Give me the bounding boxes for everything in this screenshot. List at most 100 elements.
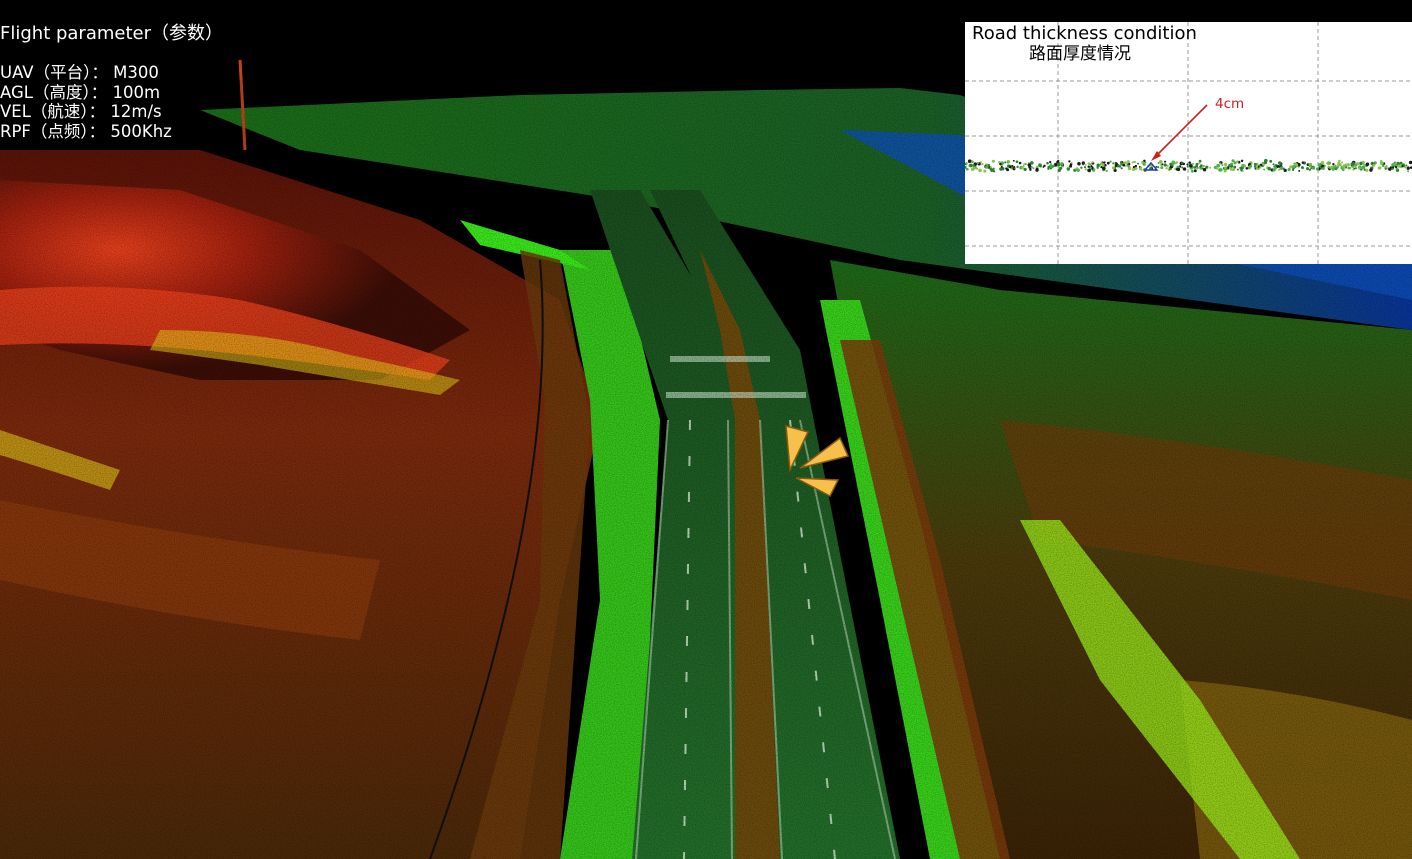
surface-point xyxy=(1016,165,1019,169)
surface-point xyxy=(1137,162,1140,165)
surface-point xyxy=(1015,160,1019,164)
surface-point xyxy=(1134,161,1137,163)
param-agl: AGL（高度）： 100m xyxy=(0,82,161,102)
surface-point xyxy=(1321,166,1325,171)
surface-point xyxy=(1221,164,1224,167)
surface-point xyxy=(1157,166,1160,169)
surface-point xyxy=(1277,165,1280,168)
surface-point xyxy=(1320,161,1325,165)
surface-point xyxy=(1257,165,1260,168)
surface-point xyxy=(1084,168,1087,171)
surface-point xyxy=(1176,167,1181,172)
surface-point xyxy=(1317,163,1321,167)
surface-point xyxy=(1190,169,1194,173)
surface-point xyxy=(1279,166,1283,170)
surface-point xyxy=(1388,167,1392,171)
surface-point xyxy=(1362,160,1365,164)
surface-point xyxy=(1068,160,1071,163)
flight-parameter-list: UAV（平台）： M300 AGL（高度）： 100m VEL（航速）： 12m… xyxy=(0,63,223,141)
surface-point xyxy=(1160,166,1164,170)
surface-point xyxy=(1105,169,1108,173)
surface-point xyxy=(1384,167,1387,170)
surface-point xyxy=(1035,167,1039,171)
surface-point xyxy=(1114,164,1118,167)
surface-point xyxy=(1161,163,1164,166)
surface-point xyxy=(1216,164,1220,168)
surface-point xyxy=(1404,166,1407,169)
surface-point xyxy=(1143,159,1146,163)
surface-point xyxy=(1084,163,1087,166)
surface-point xyxy=(1352,165,1355,168)
surface-point xyxy=(1231,168,1235,172)
surface-point xyxy=(1344,163,1348,166)
surface-point xyxy=(1392,166,1395,169)
surface-point xyxy=(1209,166,1212,169)
surface-point xyxy=(1163,163,1167,167)
surface-point xyxy=(1077,162,1081,166)
surface-point xyxy=(979,161,982,164)
param-vel: VEL（航速）： 12m/s xyxy=(0,102,162,121)
surface-point xyxy=(1081,161,1085,165)
surface-point xyxy=(1038,163,1042,167)
surface-point xyxy=(1112,162,1115,165)
surface-point xyxy=(1134,167,1138,171)
surface-point xyxy=(1120,167,1123,170)
surface-point xyxy=(977,161,980,165)
surface-point xyxy=(1261,165,1264,168)
surface-point xyxy=(1070,161,1073,164)
surface-point xyxy=(1406,166,1410,170)
surface-point xyxy=(1111,166,1115,170)
surface-point xyxy=(1369,168,1373,172)
surface-point xyxy=(1346,163,1350,167)
surface-point xyxy=(1341,161,1344,164)
surface-point xyxy=(1101,164,1105,167)
surface-point xyxy=(1047,165,1051,169)
surface-point xyxy=(1005,167,1008,170)
inset-title: Road thickness condition xyxy=(972,23,1197,44)
surface-point xyxy=(1087,165,1090,168)
surface-point xyxy=(1166,164,1169,167)
surface-point xyxy=(1311,166,1316,170)
surface-point xyxy=(1231,159,1235,163)
surface-point xyxy=(1102,166,1106,171)
surface-point xyxy=(1347,166,1351,170)
road-thickness-inset: Road thickness condition 路面厚度情况 4cm xyxy=(965,22,1412,264)
surface-point xyxy=(1296,165,1299,168)
surface-point xyxy=(1029,168,1032,171)
surface-point xyxy=(1224,166,1227,169)
surface-point xyxy=(1272,163,1275,166)
surface-point xyxy=(1032,167,1035,170)
surface-point xyxy=(1291,168,1295,172)
surface-point xyxy=(1315,167,1319,171)
surface-point xyxy=(1172,163,1175,166)
flight-parameter-title: Flight parameter（参数） xyxy=(0,23,223,44)
measurement-arrow xyxy=(1154,104,1208,158)
surface-point xyxy=(1089,163,1092,166)
surface-point xyxy=(1249,164,1253,168)
surface-point xyxy=(1394,165,1398,169)
surface-point xyxy=(1004,161,1007,164)
surface-point xyxy=(1062,165,1065,168)
surface-point xyxy=(1164,160,1167,163)
surface-point xyxy=(1181,166,1184,169)
surface-point xyxy=(1229,167,1233,171)
surface-point xyxy=(1030,166,1033,169)
surface-point xyxy=(1000,165,1003,168)
surface-point xyxy=(1020,166,1024,170)
surface-point xyxy=(1381,164,1385,167)
surface-point xyxy=(1198,162,1201,165)
surface-point xyxy=(1042,166,1045,168)
surface-point xyxy=(1006,161,1009,164)
surface-point xyxy=(1126,164,1129,167)
surface-point xyxy=(1131,161,1134,164)
surface-point xyxy=(1245,167,1249,170)
param-rpf: RPF（点频）： 500Khz xyxy=(0,121,172,141)
surface-point xyxy=(1336,166,1339,169)
measurement-label: 4cm xyxy=(1215,96,1245,112)
surface-point xyxy=(971,159,974,163)
surface-point xyxy=(1333,164,1336,167)
surface-point xyxy=(1134,164,1138,168)
surface-point xyxy=(1060,162,1064,166)
surface-point xyxy=(983,169,987,173)
surface-point xyxy=(1188,161,1192,164)
